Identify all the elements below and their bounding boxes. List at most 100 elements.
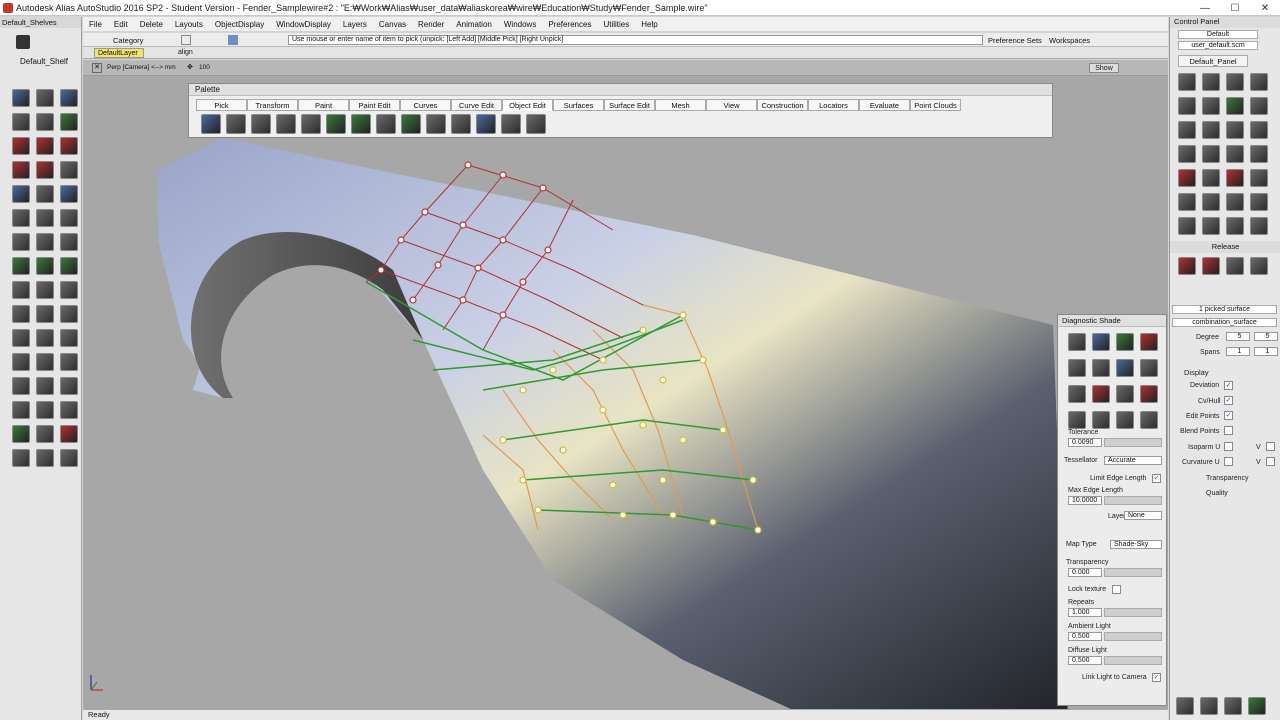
repeats-slider[interactable] (1104, 608, 1162, 617)
tab-surfaces[interactable]: Surfaces (553, 99, 604, 111)
text-tool-icon[interactable] (12, 449, 30, 467)
bottom-tool-2-icon[interactable] (1200, 697, 1218, 715)
conform-icon[interactable] (326, 114, 346, 134)
category-label[interactable]: Category (113, 36, 143, 45)
limit-edge-checkbox[interactable]: ✓ (1152, 474, 1161, 483)
shade-mode-3-icon[interactable] (1116, 333, 1134, 351)
edit-points-checkbox[interactable]: ✓ (1224, 411, 1233, 420)
tab-locators[interactable]: Locators (808, 99, 859, 111)
panel-tool-14-icon[interactable] (1202, 145, 1220, 163)
curve-degree3-icon[interactable] (60, 137, 78, 155)
maximize-button[interactable]: ☐ (1220, 0, 1250, 16)
sphere-tool-icon[interactable] (12, 113, 30, 131)
bottom-tool-3-icon[interactable] (1224, 697, 1242, 715)
panel-tool-5-icon[interactable] (1178, 97, 1196, 115)
tab-curve-edit[interactable]: Curve Edit (451, 99, 502, 111)
extrude-tool-icon[interactable] (12, 281, 30, 299)
sculpt-icon[interactable] (376, 114, 396, 134)
reverse-icon[interactable] (526, 114, 546, 134)
panel-tool-25-icon[interactable] (1178, 217, 1196, 235)
shade-mode-12-icon[interactable] (1140, 385, 1158, 403)
tab-view[interactable]: View (706, 99, 757, 111)
panel-preset-select[interactable]: Default (1178, 30, 1258, 39)
trash-icon[interactable] (16, 35, 30, 49)
tab-point-clouds[interactable]: Point Clouds (910, 99, 961, 111)
panel-tool-23-icon[interactable] (1226, 193, 1244, 211)
panel-tool-17-icon[interactable] (1178, 169, 1196, 187)
panel-tool-22-icon[interactable] (1202, 193, 1220, 211)
shade-mode-16-icon[interactable] (1140, 411, 1158, 429)
shade-mode-15-icon[interactable] (1116, 411, 1134, 429)
intersect-tool-icon[interactable] (60, 209, 78, 227)
skin-tool-icon[interactable] (12, 257, 30, 275)
transparency-slider[interactable] (1104, 568, 1162, 577)
fillet-curve-icon[interactable] (12, 209, 30, 227)
curve-degree1-icon[interactable] (12, 137, 30, 155)
g1-continuity-icon[interactable] (36, 401, 54, 419)
blend-curve-icon[interactable] (12, 185, 30, 203)
panel-tool-26-icon[interactable] (1202, 217, 1220, 235)
align-layer-button[interactable]: align (178, 49, 193, 56)
shade-mode-4-icon[interactable] (1140, 333, 1158, 351)
menu-edit[interactable]: Edit (108, 20, 134, 29)
toolbar-toggle-icon[interactable] (181, 35, 191, 45)
project-tool-icon[interactable] (36, 209, 54, 227)
curve-degree4-icon[interactable] (12, 161, 30, 179)
shade-mode-7-icon[interactable] (1116, 359, 1134, 377)
blend-edit-icon[interactable] (36, 185, 54, 203)
panel-tool-13-icon[interactable] (1178, 145, 1196, 163)
diffuse-slider[interactable] (1104, 656, 1162, 665)
bottom-tool-1-icon[interactable] (1176, 697, 1194, 715)
shade-mode-9-icon[interactable] (1068, 385, 1086, 403)
panel-tool-7-icon[interactable] (1226, 97, 1244, 115)
menu-layers[interactable]: Layers (337, 20, 373, 29)
tab-object-edit[interactable]: Object Edit (502, 99, 553, 111)
shade-mode-2-icon[interactable] (1092, 333, 1110, 351)
preference-sets-button[interactable]: Preference Sets (988, 36, 1042, 45)
transparency-field[interactable]: 0.000 (1068, 568, 1102, 577)
draft-tool-icon[interactable] (60, 329, 78, 347)
tab-paint-edit[interactable]: Paint Edit (349, 99, 400, 111)
align-edit-icon[interactable] (401, 114, 421, 134)
lattice-icon[interactable] (351, 114, 371, 134)
delete-tool-icon[interactable] (60, 425, 78, 443)
blend-points-checkbox[interactable] (1224, 426, 1233, 435)
menu-canvas[interactable]: Canvas (373, 20, 412, 29)
tab-curves[interactable]: Curves (400, 99, 451, 111)
close-button[interactable]: ✕ (1250, 0, 1280, 16)
display-section[interactable]: Display (1184, 368, 1209, 377)
transform-cv-icon[interactable] (426, 114, 446, 134)
rail-tool-icon[interactable] (36, 257, 54, 275)
snap-icon[interactable] (228, 35, 238, 45)
twist-icon[interactable] (301, 114, 321, 134)
panel-tool-11-icon[interactable] (1226, 121, 1244, 139)
quality-section[interactable]: Quality (1206, 490, 1228, 497)
tab-construction[interactable]: Construction (757, 99, 808, 111)
revolve-tool-icon[interactable] (36, 281, 54, 299)
panel-tool-6-icon[interactable] (1202, 97, 1220, 115)
shade-mode-11-icon[interactable] (1116, 385, 1134, 403)
map-type-select[interactable]: Shade-Sky (1110, 540, 1162, 549)
surface-detach-icon[interactable] (60, 377, 78, 395)
panel-tool-20-icon[interactable] (1250, 169, 1268, 187)
tab-pick[interactable]: Pick (196, 99, 247, 111)
surface-extend-icon[interactable] (12, 377, 30, 395)
release-tool-2-icon[interactable] (1202, 257, 1220, 275)
release-tool-1-icon[interactable] (1178, 257, 1196, 275)
curve-edit-icon[interactable] (60, 161, 78, 179)
shade-mode-14-icon[interactable] (1092, 411, 1110, 429)
max-edge-slider[interactable] (1104, 496, 1162, 505)
menu-help[interactable]: Help (635, 20, 663, 29)
menu-windowdisplay[interactable]: WindowDisplay (270, 20, 337, 29)
g2-continuity-icon[interactable] (60, 401, 78, 419)
panel-tool-9-icon[interactable] (1178, 121, 1196, 139)
default-layer-button[interactable]: DefaultLayer (94, 48, 144, 58)
menu-windows[interactable]: Windows (498, 20, 542, 29)
shade-tool-icon[interactable] (12, 425, 30, 443)
viewport[interactable] (83, 60, 1168, 710)
planarize-icon[interactable] (476, 114, 496, 134)
profile-tool-icon[interactable] (60, 305, 78, 323)
circle-tool-icon[interactable] (12, 89, 30, 107)
freeform-blend-icon[interactable] (36, 305, 54, 323)
isoparm-v-checkbox[interactable] (1266, 442, 1275, 451)
